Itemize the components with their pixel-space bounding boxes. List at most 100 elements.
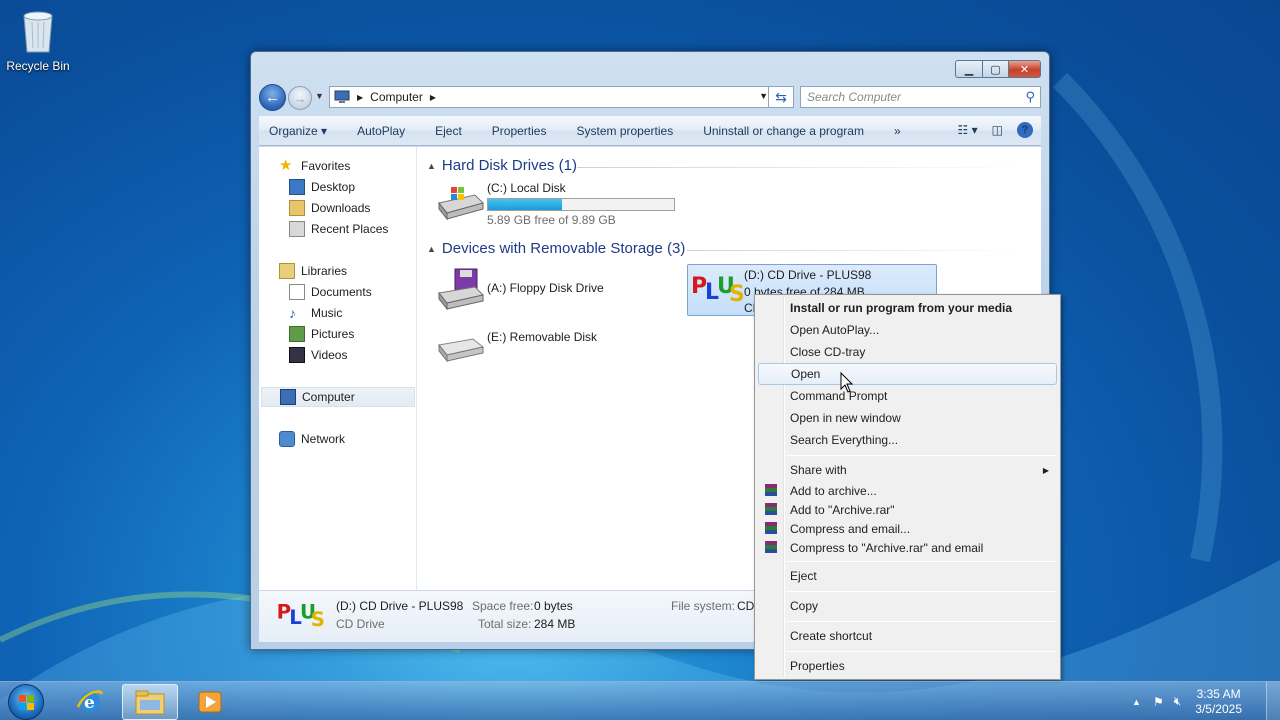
drive-c-free: 5.89 GB free of 9.89 GB <box>487 213 616 227</box>
nav-music[interactable]: ♪ Music <box>289 303 342 323</box>
breadcrumb-arrow-icon[interactable]: ▶ <box>357 93 363 102</box>
action-center-icon[interactable]: ⚑ <box>1153 695 1164 709</box>
nav-recent-places-label: Recent Places <box>311 222 389 236</box>
submenu-arrow-icon: ▶ <box>1042 465 1049 475</box>
preview-pane-icon[interactable]: ◫ <box>992 123 1003 137</box>
details-total-size-label: Total size: <box>478 617 532 631</box>
nav-desktop[interactable]: Desktop <box>289 177 355 197</box>
drive-e[interactable]: (E:) Removable Disk <box>435 327 597 367</box>
autoplay-button[interactable]: AutoPlay <box>357 124 405 138</box>
command-bar: Organize ▾ AutoPlay Eject Properties Sys… <box>259 116 1041 146</box>
menu-open[interactable]: Open <box>758 363 1057 385</box>
menu-command-prompt[interactable]: Command Prompt <box>758 385 1057 407</box>
menu-separator <box>786 591 1057 592</box>
show-hidden-icons-button[interactable]: ▲ <box>1132 697 1141 707</box>
group-hard-disk-drives[interactable]: ▲ Hard Disk Drives (1) <box>427 157 577 174</box>
nav-pictures-label: Pictures <box>311 327 355 341</box>
nav-videos-label: Videos <box>311 348 348 362</box>
nav-downloads[interactable]: Downloads <box>289 198 370 218</box>
videos-icon <box>289 347 305 363</box>
downloads-folder-icon <box>289 200 305 216</box>
nav-computer-label: Computer <box>302 390 355 404</box>
recycle-bin-desktop-icon[interactable]: Recycle Bin <box>4 6 72 73</box>
minimize-button[interactable]: ▁ <box>955 60 983 78</box>
menu-separator <box>786 561 1057 562</box>
winrar-icon <box>765 541 777 553</box>
back-arrow-icon: ← <box>265 89 280 106</box>
menu-create-shortcut[interactable]: Create shortcut <box>758 625 1057 647</box>
menu-close-cd-tray[interactable]: Close CD-tray <box>758 341 1057 363</box>
forward-button[interactable]: → <box>288 86 312 110</box>
clock[interactable]: 3:35 AM 3/5/2025 <box>1195 687 1242 717</box>
details-name: (D:) CD Drive - PLUS98 <box>336 599 464 613</box>
menu-open-new-window[interactable]: Open in new window <box>758 407 1057 429</box>
menu-share-with[interactable]: Share with ▶ <box>758 459 1057 481</box>
menu-search-everything[interactable]: Search Everything... <box>758 429 1057 451</box>
help-icon[interactable]: ? <box>1017 122 1033 138</box>
breadcrumb-arrow-icon[interactable]: ▶ <box>430 93 436 102</box>
organize-menu[interactable]: Organize ▾ <box>269 124 327 138</box>
winrar-icon <box>765 484 777 496</box>
context-menu: Install or run program from your media O… <box>754 294 1061 680</box>
menu-eject[interactable]: Eject <box>758 565 1057 587</box>
volume-muted-icon[interactable]: 🔇︎ <box>1174 694 1182 709</box>
nav-favorites-label: Favorites <box>301 159 351 173</box>
refresh-button[interactable]: ⇆ <box>768 86 794 108</box>
clock-time: 3:35 AM <box>1196 686 1241 701</box>
nav-libraries[interactable]: Libraries <box>279 261 347 281</box>
menu-properties[interactable]: Properties <box>758 655 1057 677</box>
star-icon: ★ <box>279 157 293 174</box>
show-desktop-button[interactable] <box>1266 682 1280 720</box>
uninstall-program-button[interactable]: Uninstall or change a program <box>703 124 864 138</box>
hard-disk-icon <box>438 187 484 221</box>
address-bar[interactable]: ▶ Computer ▶ ▼ <box>329 86 773 108</box>
nav-music-label: Music <box>311 306 343 320</box>
taskbar-windows-explorer[interactable] <box>122 684 178 720</box>
drive-a[interactable]: (A:) Floppy Disk Drive <box>435 267 604 311</box>
menu-separator <box>786 621 1057 622</box>
nav-videos[interactable]: Videos <box>289 345 347 365</box>
address-dropdown-icon[interactable]: ▼ <box>759 91 768 101</box>
nav-network[interactable]: Network <box>279 429 345 449</box>
details-fs-label: File system: <box>671 599 736 613</box>
collapse-arrow-icon[interactable]: ▲ <box>427 161 436 171</box>
close-button[interactable]: ✕ <box>1009 60 1041 78</box>
change-view-icon[interactable]: ☷ ▾ <box>958 123 978 137</box>
media-player-icon <box>198 691 222 713</box>
taskbar-internet-explorer[interactable]: e <box>62 684 118 720</box>
start-button[interactable] <box>8 684 44 720</box>
search-input[interactable]: Search Computer ⚲ <box>800 86 1041 108</box>
system-tray: ▲ ⚑ 🔇︎ 3:35 AM 3/5/2025 <box>1132 682 1280 720</box>
menu-open-autoplay[interactable]: Open AutoPlay... <box>758 319 1057 341</box>
system-properties-button[interactable]: System properties <box>576 124 673 138</box>
nav-recent-places[interactable]: Recent Places <box>289 219 388 239</box>
menu-install-run[interactable]: Install or run program from your media <box>758 297 1057 319</box>
properties-button[interactable]: Properties <box>492 124 547 138</box>
taskbar-media-player[interactable] <box>182 684 238 720</box>
collapse-arrow-icon[interactable]: ▲ <box>427 244 436 254</box>
group-removable-storage[interactable]: ▲ Devices with Removable Storage (3) <box>427 240 685 257</box>
search-icon[interactable]: ⚲ <box>1025 89 1035 105</box>
eject-button[interactable]: Eject <box>435 124 462 138</box>
recycle-bin-label: Recycle Bin <box>6 59 70 73</box>
more-commands-button[interactable]: » <box>894 124 901 138</box>
nav-desktop-label: Desktop <box>311 180 356 194</box>
nav-favorites[interactable]: ★ Favorites <box>279 156 350 176</box>
menu-copy[interactable]: Copy <box>758 595 1057 617</box>
nav-documents[interactable]: Documents <box>289 282 372 302</box>
menu-add-archive-label: Add to archive... <box>790 484 877 498</box>
pictures-icon <box>289 326 305 342</box>
caption-buttons: ▁ ▢ ✕ <box>955 60 1041 78</box>
group-divider <box>687 250 1027 251</box>
breadcrumb-computer[interactable]: Computer <box>370 90 423 104</box>
back-button[interactable]: ← <box>259 84 286 111</box>
maximize-button[interactable]: ▢ <box>983 60 1009 78</box>
details-type: CD Drive <box>336 617 385 631</box>
nav-pictures[interactable]: Pictures <box>289 324 354 344</box>
recent-pages-dropdown[interactable]: ▼ <box>315 91 324 101</box>
drive-e-name: (E:) Removable Disk <box>487 330 598 344</box>
nav-documents-label: Documents <box>311 285 372 299</box>
menu-compress-rar-email[interactable]: Compress to "Archive.rar" and email <box>758 537 1057 559</box>
nav-computer[interactable]: Computer <box>261 387 415 407</box>
drive-c[interactable]: (C:) Local Disk 5.89 GB free of 9.89 GB <box>435 181 675 227</box>
